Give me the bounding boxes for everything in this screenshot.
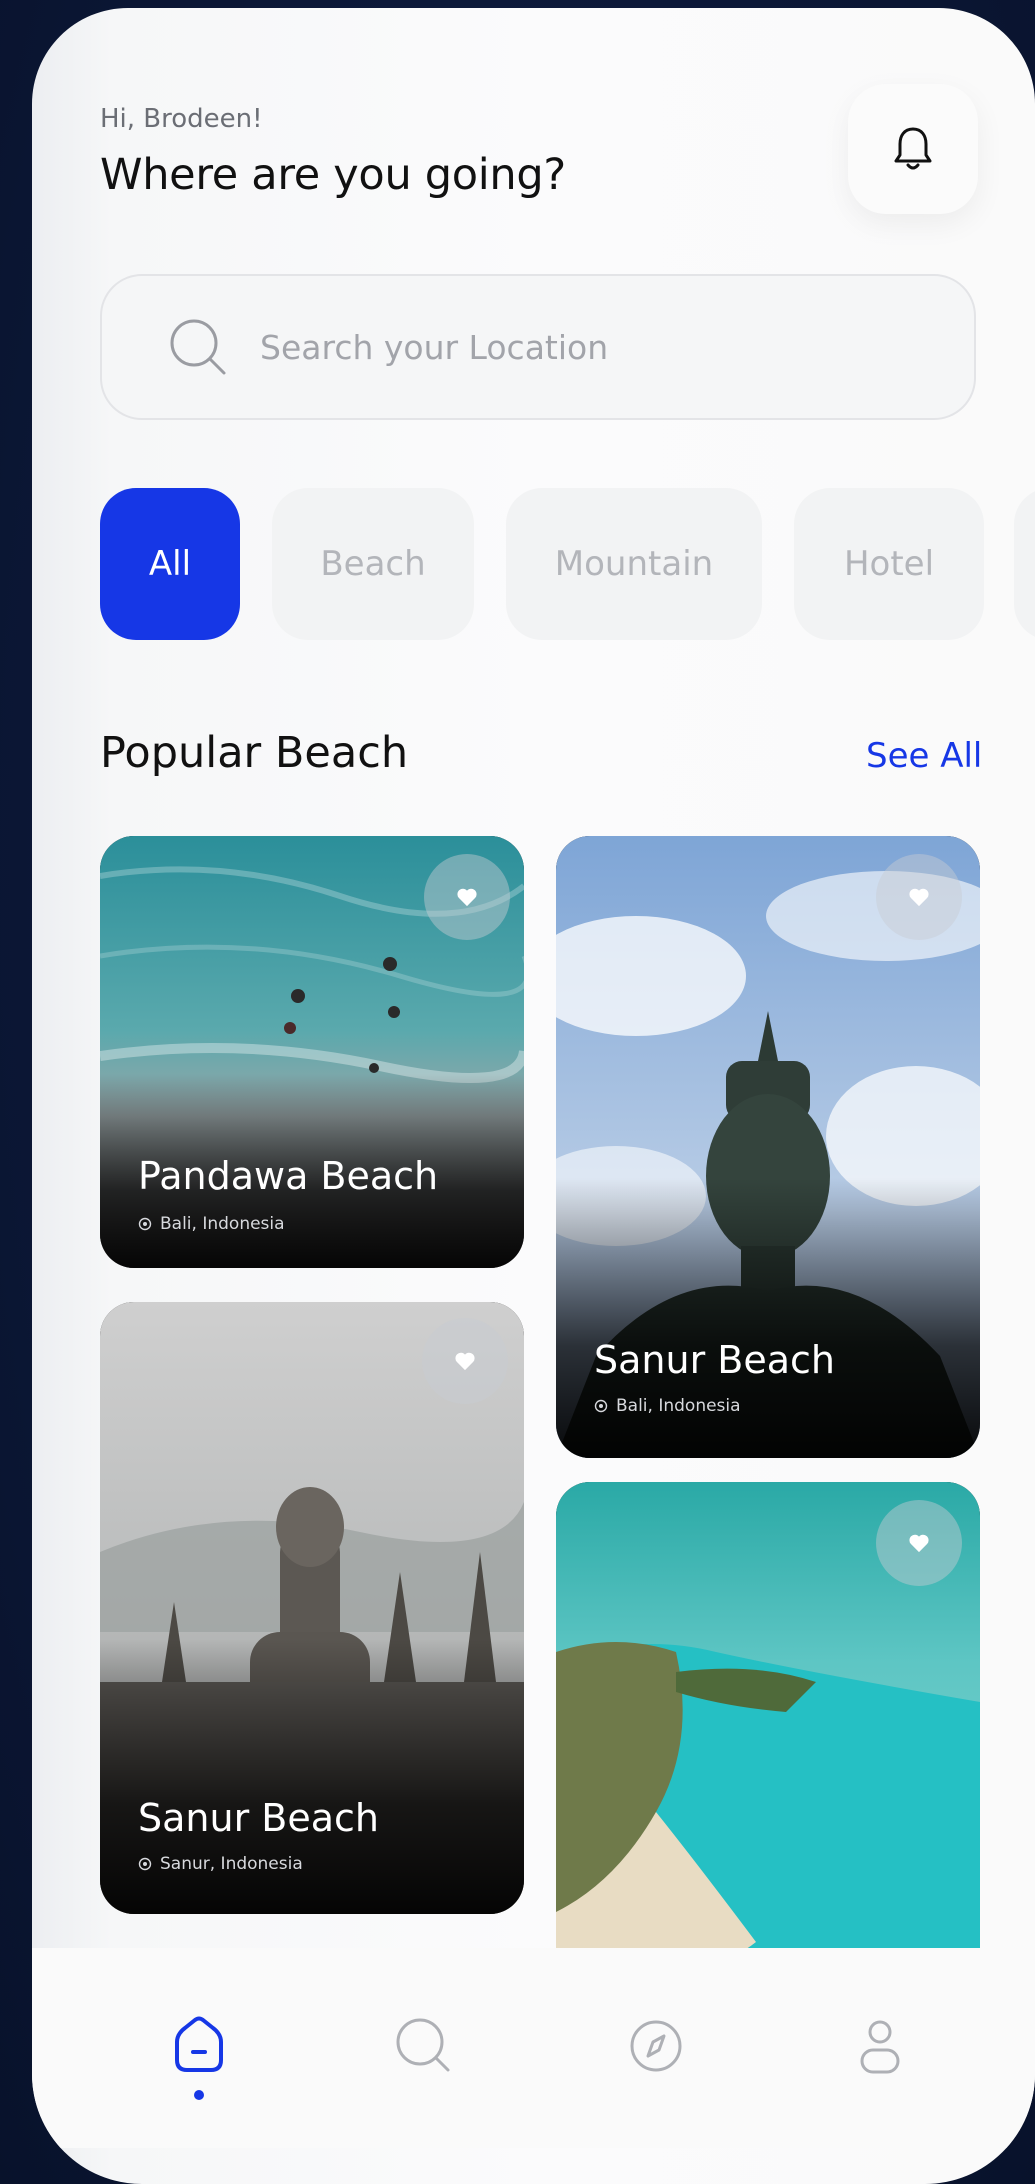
location-pin-icon [138,1217,152,1231]
nav-search[interactable] [384,2006,464,2086]
destination-card-sanur[interactable]: Sanur Beach Bali, Indonesia [556,836,980,1458]
favorite-button[interactable] [876,854,962,940]
category-chip-hotel[interactable]: Hotel [794,488,984,640]
compass-icon [630,2020,682,2072]
category-tabs: All Beach Mountain Hotel [32,488,1035,640]
favorite-button[interactable] [876,1500,962,1586]
nav-active-indicator [194,2090,204,2100]
destination-card-pandawa[interactable]: Pandawa Beach Bali, Indonesia [100,836,524,1268]
heart-icon [909,1534,929,1553]
nav-home[interactable] [159,2006,239,2086]
bell-icon [894,127,932,170]
category-chip-more[interactable] [1014,488,1035,640]
category-chip-beach[interactable]: Beach [272,488,474,640]
search-bar[interactable] [100,274,976,420]
card-title: Sanur Beach [594,1338,835,1382]
favorite-button[interactable] [422,1318,508,1404]
card-location: Bali, Indonesia [160,1214,285,1234]
category-chip-mountain[interactable]: Mountain [506,488,762,640]
destination-card-sanur-temple[interactable]: Sanur Beach Sanur, Indonesia [100,1302,524,1914]
section-title: Popular Beach [100,728,409,778]
page-title: Where are you going? [100,150,566,200]
favorite-button[interactable] [424,854,510,940]
card-location: Bali, Indonesia [616,1396,741,1416]
card-title: Sanur Beach [138,1796,379,1840]
destination-card-coast[interactable] [556,1482,980,2002]
nav-explore[interactable] [616,2006,696,2086]
search-icon [396,2018,450,2072]
search-input[interactable] [258,326,862,368]
notification-button[interactable] [848,84,978,214]
see-all-link[interactable]: See All [866,736,982,776]
card-title: Pandawa Beach [138,1154,439,1198]
search-icon [166,315,230,379]
heart-icon [455,1352,475,1371]
profile-icon [860,2020,900,2074]
heart-icon [457,888,477,907]
category-chip-all[interactable]: All [100,488,240,640]
greeting-text: Hi, Brodeen! [100,104,263,134]
card-location: Sanur, Indonesia [160,1854,303,1874]
nav-profile[interactable] [840,2006,920,2086]
location-pin-icon [594,1399,608,1413]
bottom-nav [32,1948,1035,2148]
phone-screen: Hi, Brodeen! Where are you going? All Be… [32,8,1035,2184]
home-icon [175,2016,223,2072]
location-pin-icon [138,1857,152,1871]
heart-icon [909,888,929,907]
